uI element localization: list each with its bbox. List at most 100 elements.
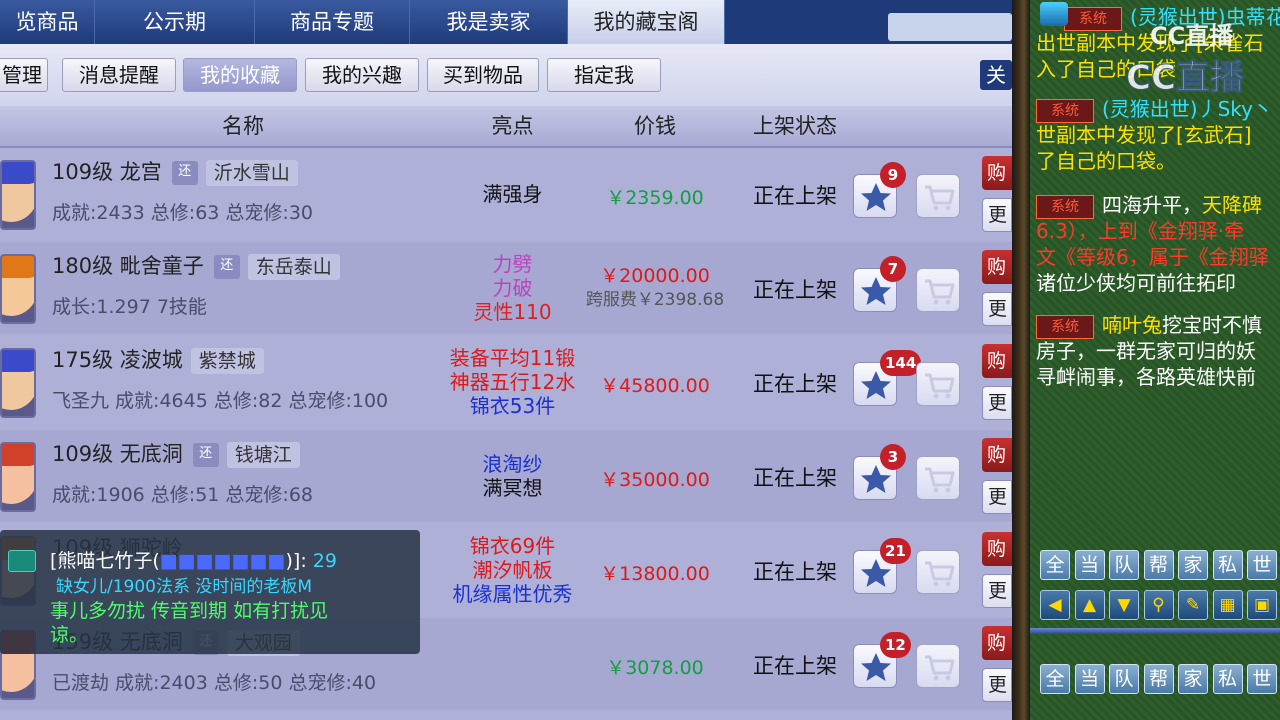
lock-icon[interactable]: ▣ (1247, 590, 1277, 620)
highlight-text: 锦衣53件 (469, 394, 556, 418)
chat-line: 寻衅闹事，各路英雄快前 (1036, 365, 1256, 389)
channel-tab[interactable]: 全 (1040, 550, 1070, 580)
chat-line: 事儿多勿扰 传音到期 如有打扰见 (50, 600, 329, 622)
highlight-text: 满强身 (482, 182, 543, 206)
channel-tab[interactable]: 世 (1247, 664, 1277, 694)
subtab-messages[interactable]: 消息提醒 (62, 58, 176, 92)
subtab-manage[interactable]: 管理 (0, 58, 48, 92)
game-chat-icon (1040, 2, 1068, 26)
chat-player-name: 喃叶兔 (1102, 313, 1162, 337)
cart-button[interactable] (916, 174, 960, 218)
highlight-text: 潮汐帆板 (472, 558, 553, 582)
channel-tab[interactable]: 世 (1247, 550, 1277, 580)
chat-line: 系统 喃叶兔挖宝时不慎 (1036, 312, 1262, 339)
buy-button[interactable]: 购 (982, 532, 1012, 566)
channel-tab[interactable]: 当 (1074, 664, 1105, 694)
return-badge: 还 (192, 443, 219, 467)
more-button[interactable]: 更 (982, 292, 1012, 326)
more-button[interactable]: 更 (982, 574, 1012, 608)
subtab-assigned[interactable]: 指定我 (547, 58, 661, 92)
price-value: ￥35000.00 (600, 469, 710, 491)
buy-button[interactable]: 购 (982, 156, 1012, 190)
listing-status: 正在上架 (753, 654, 837, 678)
more-button[interactable]: 更 (982, 386, 1012, 420)
chat-line: 文《等级6，属于《金翔驿 (1036, 245, 1269, 269)
listing-status: 正在上架 (753, 560, 837, 584)
search-icon[interactable]: ⚲ (1143, 590, 1174, 620)
tab-publicity[interactable]: 公示期 (95, 0, 255, 44)
chat-separator (1030, 628, 1280, 634)
listing-status: 正在上架 (753, 184, 837, 208)
character-avatar (0, 254, 36, 324)
more-button[interactable]: 更 (982, 198, 1012, 232)
channel-tab[interactable]: 帮 (1143, 550, 1174, 580)
price-value: ￥3078.00 (606, 657, 704, 679)
highlight-text: 灵性110 (473, 300, 552, 324)
subtab-interests[interactable]: 我的兴趣 (305, 58, 419, 92)
cart-button[interactable] (916, 644, 960, 688)
grid-icon[interactable]: ▦ (1212, 590, 1243, 620)
channel-tab[interactable]: 家 (1178, 550, 1208, 580)
chat-bubble-overlay: [熊喵七竹子(■■■■■■■)]: 29 缺女儿/1900法系 没时间的老板M … (0, 530, 420, 654)
note-icon[interactable]: ✎ (1178, 590, 1208, 620)
table-row[interactable]: 109级 龙宫还沂水雪山 成就:2433 总修:63 总宠修:30 满强身 ￥2359… (0, 148, 1012, 240)
tab-seller[interactable]: 我是卖家 (410, 0, 568, 44)
channel-tab[interactable]: 私 (1212, 664, 1243, 694)
panel-divider (1012, 0, 1030, 720)
character-title: 109级 无底洞还钱塘江 (52, 438, 300, 468)
buy-button[interactable]: 购 (982, 626, 1012, 660)
table-row[interactable]: 180级 毗舍童子还东岳泰山 成长:1.297 7技能 力劈 力破 灵性110 ￥2000… (0, 242, 1012, 334)
subtab-favorites[interactable]: 我的收藏 (183, 58, 297, 92)
buy-button[interactable]: 购 (982, 344, 1012, 378)
arrow-down-icon[interactable]: ▼ (1109, 590, 1139, 620)
channel-tab[interactable]: 帮 (1143, 664, 1174, 694)
buy-button[interactable]: 购 (982, 438, 1012, 472)
favorite-count-badge: 21 (880, 538, 911, 564)
buy-button[interactable]: 购 (982, 250, 1012, 284)
game-screen: 览商品 公示期 商品专题 我是卖家 我的藏宝阁 管理 消息提醒 我的收藏 我的兴… (0, 0, 1280, 720)
subtab-right-button[interactable]: 关 (980, 60, 1012, 90)
channel-icon (8, 550, 36, 572)
character-stats: 飞圣九 成就:4645 总修:82 总宠修:100 (52, 390, 389, 412)
chat-line: 系统 (灵猴出世)丿Sky丶 (1036, 96, 1273, 123)
tab-my-pavilion[interactable]: 我的藏宝阁 (568, 0, 725, 44)
main-tab-bar: 览商品 公示期 商品专题 我是卖家 我的藏宝阁 (0, 0, 1012, 44)
cart-icon (925, 561, 955, 587)
chat-line: 系统 四海升平，天降碑 (1036, 192, 1262, 219)
cart-button[interactable] (916, 268, 960, 312)
more-button[interactable]: 更 (982, 480, 1012, 514)
search-input[interactable] (888, 13, 1012, 41)
character-stats: 成就:1906 总修:51 总宠修:68 (52, 484, 313, 506)
more-button[interactable]: 更 (982, 668, 1012, 702)
chat-line: 诸位少侠均可前往拓印 (1036, 271, 1236, 295)
table-row[interactable]: 109级 无底洞还钱塘江 成就:1906 总修:51 总宠修:68 浪淘纱 满冥想 ￥3… (0, 430, 1012, 522)
highlight-text: 力破 (492, 276, 533, 300)
highlight-text: 满冥想 (482, 476, 543, 500)
cart-button[interactable] (916, 550, 960, 594)
tab-browse[interactable]: 览商品 (0, 0, 95, 44)
arrow-up-icon[interactable]: ▲ (1074, 590, 1105, 620)
chat-speaker: [熊喵七竹子(■■■■■■■)]: 29 (50, 546, 337, 573)
character-stats: 已渡劫 成就:2403 总修:50 总宠修:40 (52, 672, 377, 694)
table-row[interactable]: 175级 凌波城 紫禁城 飞圣九 成就:4645 总修:82 总宠修:100 装备平均… (0, 336, 1012, 428)
channel-tab[interactable]: 私 (1212, 550, 1243, 580)
tab-topics[interactable]: 商品专题 (255, 0, 410, 44)
subtab-purchased[interactable]: 买到物品 (427, 58, 539, 92)
return-badge: 还 (171, 161, 198, 185)
chat-line: 谅。 (50, 624, 89, 646)
favorite-count-badge: 3 (880, 444, 906, 470)
channel-tab[interactable]: 全 (1040, 664, 1070, 694)
system-tag: 系统 (1036, 194, 1094, 219)
channel-tab[interactable]: 当 (1074, 550, 1105, 580)
cart-button[interactable] (916, 362, 960, 406)
character-level-school: 180级 毗舍童子 (52, 254, 204, 278)
system-tag: 系统 (1036, 98, 1094, 123)
channel-tab[interactable]: 家 (1178, 664, 1208, 694)
channel-tab[interactable]: 队 (1109, 550, 1139, 580)
arrow-left-icon[interactable]: ◀ (1040, 590, 1070, 620)
cart-button[interactable] (916, 456, 960, 500)
price-value: ￥45800.00 (600, 375, 710, 397)
cart-icon (925, 185, 955, 211)
chat-line: 缺女儿/1900法系 没时间的老板M (56, 577, 313, 597)
channel-tab[interactable]: 队 (1109, 664, 1139, 694)
